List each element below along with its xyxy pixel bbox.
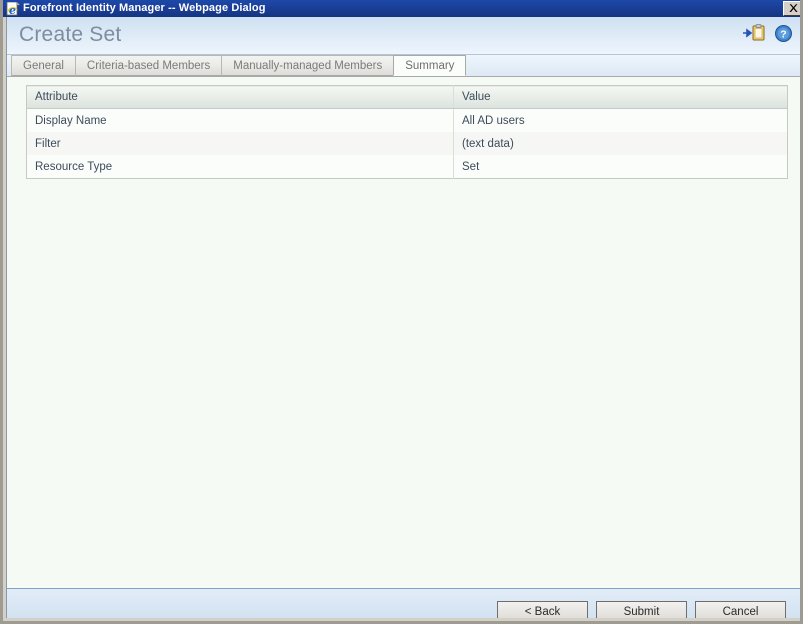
tab-general-label: General <box>23 60 64 72</box>
svg-text:e: e <box>9 4 16 16</box>
cell-attribute: Resource Type <box>26 155 454 179</box>
webpage-dialog-window: e Forefront Identity Manager -- Webpage … <box>0 0 803 624</box>
page-header: Create Set ? <box>7 17 800 55</box>
tab-criteria-based-members-label: Criteria-based Members <box>86 60 211 72</box>
copy-to-clipboard-icon[interactable] <box>743 24 767 47</box>
tab-manually-managed-members[interactable]: Manually-managed Members <box>221 55 395 76</box>
cell-attribute: Display Name <box>26 108 454 132</box>
svg-text:?: ? <box>780 28 786 40</box>
close-icon[interactable] <box>783 1 800 16</box>
title-bar: e Forefront Identity Manager -- Webpage … <box>3 0 800 17</box>
dialog-footer: < Back Submit Cancel <box>7 588 800 618</box>
table-row: Resource Type Set <box>26 155 788 179</box>
cancel-button[interactable]: Cancel <box>695 601 786 618</box>
submit-button[interactable]: Submit <box>596 601 687 618</box>
window-title: Forefront Identity Manager -- Webpage Di… <box>23 2 266 14</box>
summary-table-body: Display Name All AD users Filter (text d… <box>26 108 788 179</box>
table-row: Filter (text data) <box>26 132 788 155</box>
cell-attribute: Filter <box>26 132 454 155</box>
tab-summary[interactable]: Summary <box>393 55 467 76</box>
dialog-page: Create Set ? General Criteria-based Memb… <box>6 17 800 618</box>
close-glyph <box>788 4 798 12</box>
tab-criteria-based-members[interactable]: Criteria-based Members <box>74 55 223 76</box>
tab-summary-label: Summary <box>405 60 455 72</box>
header-tool-bar: ? <box>743 24 792 47</box>
footer-button-group: < Back Submit Cancel <box>497 601 786 618</box>
tab-strip: General Criteria-based Members Manually-… <box>7 55 800 77</box>
summary-table-head: Attribute Value <box>26 85 788 109</box>
back-button[interactable]: < Back <box>497 601 588 618</box>
table-row: Display Name All AD users <box>26 108 788 132</box>
tab-panel-summary: Attribute Value Display Name All AD user… <box>7 77 800 588</box>
internet-explorer-icon: e <box>6 0 21 17</box>
cell-value: Set <box>453 155 788 179</box>
tab-general[interactable]: General <box>11 55 76 76</box>
summary-table: Attribute Value Display Name All AD user… <box>26 85 788 179</box>
column-header-attribute: Attribute <box>26 85 454 109</box>
page-title: Create Set <box>19 23 122 46</box>
tab-manually-managed-members-label: Manually-managed Members <box>233 60 383 72</box>
summary-table-header-row: Attribute Value <box>26 85 788 109</box>
cell-value: (text data) <box>453 132 788 155</box>
cell-value: All AD users <box>453 108 788 132</box>
column-header-value: Value <box>453 85 788 109</box>
help-icon[interactable]: ? <box>775 24 792 47</box>
